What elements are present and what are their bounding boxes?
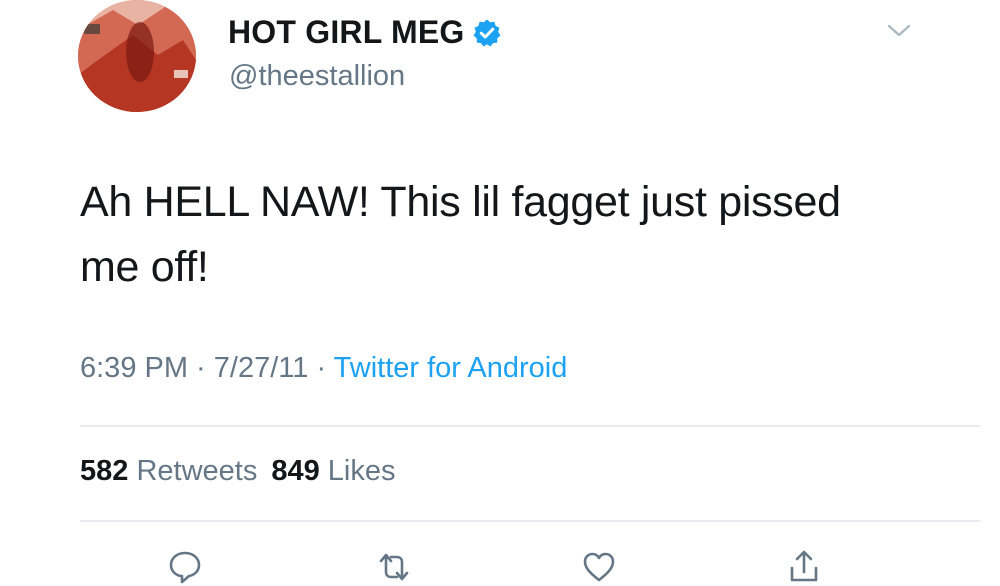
heart-icon [583,552,615,582]
retweet-icon [379,553,409,581]
share-button[interactable] [782,548,826,583]
tweet-source-link[interactable]: Twitter for Android [334,352,568,384]
divider [80,520,980,522]
user-handle[interactable]: @theestallion [229,60,405,93]
chevron-down-icon[interactable] [884,20,914,42]
likes-stat[interactable]: 849 Likes [271,455,395,487]
avatar[interactable] [78,0,196,112]
retweet-label: Retweets [136,455,258,487]
reply-icon [169,551,201,584]
divider [80,425,980,427]
retweets-stat[interactable]: 582 Retweets [80,455,257,487]
tweet-text-line-2: me off! [80,243,209,291]
action-bar [0,548,1000,584]
avatar-image [78,0,196,112]
meta-separator: · [308,352,334,384]
tweet-text: Ah HELL NAW! This lil fagget just pissed… [80,170,960,300]
retweet-button[interactable] [372,548,416,583]
like-button[interactable] [577,548,621,583]
share-icon [790,550,818,582]
verified-badge-icon [472,18,502,48]
tweet-card: HOT GIRL MEG @theestallion Ah HELL NAW! … [0,0,1000,584]
retweet-count: 582 [80,455,129,487]
tweet-time[interactable]: 6:39 PM [80,352,188,384]
like-label: Likes [327,455,396,487]
user-name-row[interactable]: HOT GIRL MEG [228,14,502,51]
tweet-text-line-1: Ah HELL NAW! This lil fagget just pissed [80,178,841,226]
display-name[interactable]: HOT GIRL MEG [228,14,464,51]
tweet-date[interactable]: 7/27/11 [214,352,309,384]
tweet-meta: 6:39 PM · 7/27/11 · Twitter for Android [80,352,567,385]
like-count: 849 [271,455,320,487]
reply-button[interactable] [163,548,207,584]
tweet-stats: 582 Retweets 849 Likes [80,455,396,488]
meta-separator: · [188,352,214,384]
